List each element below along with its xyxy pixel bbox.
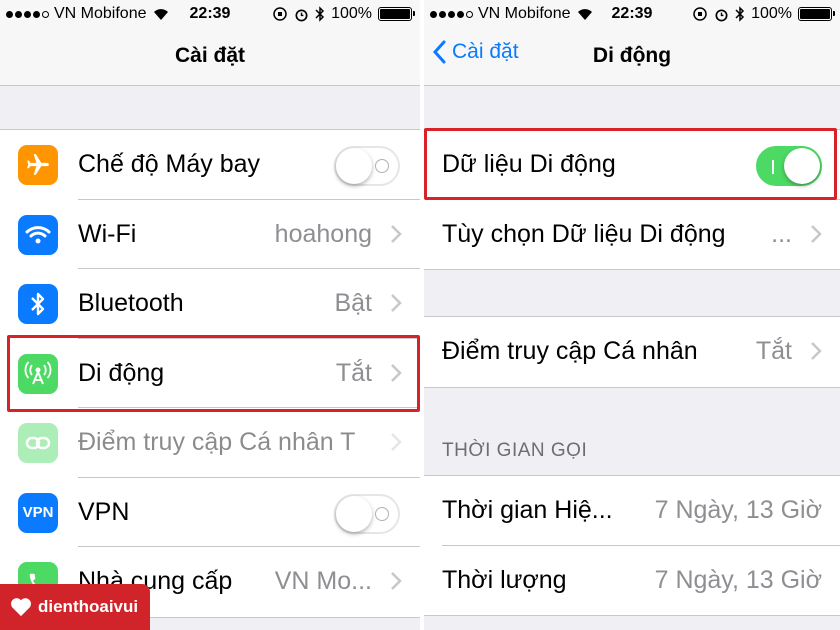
battery-percent: 100%	[331, 5, 372, 22]
options-value: ...	[771, 219, 792, 248]
settings-panel: VN Mobifone 22:39 100% Cài đặt Chế độ Má…	[0, 0, 420, 630]
row-label: VPN	[78, 497, 130, 526]
row-label: Tùy chọn Dữ liệu Di động	[442, 219, 726, 248]
current-period-value: 7 Ngày, 13 Giờ	[654, 496, 822, 525]
row-bluetooth[interactable]: Bluetooth Bật	[0, 269, 420, 339]
row-wifi[interactable]: Wi-Fi hoahong	[0, 200, 420, 269]
heart-icon	[11, 598, 31, 617]
row-current-period: Thời gian Hiệ... 7 Ngày, 13 Giờ	[424, 476, 840, 546]
battery-icon	[378, 7, 415, 21]
battery-percent: 100%	[751, 5, 792, 22]
section-header-call-time: THỜI GIAN GỌI	[442, 440, 588, 461]
row-personal-hotspot: Điểm truy cập Cá nhân T	[0, 408, 420, 478]
bluetooth-status-icon	[315, 6, 325, 22]
chevron-right-icon	[391, 572, 402, 590]
chevron-right-icon	[391, 433, 402, 451]
chevron-right-icon	[391, 294, 402, 312]
nav-bar: Cài đặt Di động	[424, 28, 840, 86]
bluetooth-status: Bật	[334, 289, 372, 318]
nav-bar: Cài đặt	[0, 28, 420, 86]
brand-logo-text: dienthoaivui	[38, 597, 139, 616]
wifi-icon	[18, 214, 58, 255]
carrier-value: VN Mo...	[274, 567, 372, 596]
chevron-right-icon	[811, 342, 822, 360]
row-airplane-mode[interactable]: Chế độ Máy bay	[0, 130, 420, 200]
page-title: Cài đặt	[174, 44, 245, 67]
chevron-right-icon	[391, 224, 402, 243]
lifetime-value: 7 Ngày, 13 Giờ	[654, 565, 822, 594]
vpn-icon: VPN	[18, 492, 58, 533]
rotation-lock-icon	[693, 7, 707, 21]
alarm-icon	[715, 8, 728, 21]
row-label: Điểm truy cập Cá nhân T	[78, 428, 356, 457]
highlight-box	[7, 335, 420, 412]
row-lifetime: Thời lượng 7 Ngày, 13 Giờ	[424, 546, 840, 616]
row-label: Điểm truy cập Cá nhân	[442, 337, 698, 366]
row-label: Thời lượng	[442, 565, 567, 594]
highlight-box	[424, 128, 837, 200]
row-cellular-data-options[interactable]: Tùy chọn Dữ liệu Di động ...	[424, 200, 840, 270]
status-bar: VN Mobifone 22:39 100%	[424, 0, 840, 28]
brand-logo: dienthoaivui	[0, 584, 150, 630]
hotspot-icon	[18, 423, 58, 463]
bluetooth-status-icon	[735, 6, 745, 22]
screen: VN Mobifone 22:39 100% Cài đặt Chế độ Má…	[0, 0, 840, 630]
rotation-lock-icon	[273, 7, 287, 21]
call-time-group: Thời gian Hiệ... 7 Ngày, 13 Giờ Thời lượ…	[424, 475, 840, 616]
cellular-panel: VN Mobifone 22:39 100% Cài đặt Di động D…	[424, 0, 840, 630]
hotspot-group: Điểm truy cập Cá nhân Tắt	[424, 316, 840, 388]
row-personal-hotspot[interactable]: Điểm truy cập Cá nhân Tắt	[424, 317, 840, 387]
hotspot-status: Tắt	[755, 337, 792, 366]
row-label: Chế độ Máy bay	[78, 150, 261, 179]
row-label: Wi-Fi	[78, 219, 137, 248]
airplane-mode-toggle[interactable]	[334, 146, 400, 186]
chevron-right-icon	[811, 224, 822, 243]
bluetooth-icon	[18, 284, 58, 324]
vpn-toggle[interactable]	[334, 493, 400, 534]
wifi-network-name: hoahong	[274, 219, 372, 248]
row-vpn[interactable]: VPN VPN	[0, 478, 420, 547]
airplane-icon	[18, 145, 58, 185]
page-title: Di động	[592, 44, 672, 67]
row-label: Thời gian Hiệ...	[442, 496, 613, 525]
status-bar: VN Mobifone 22:39 100%	[0, 0, 420, 28]
row-label: Bluetooth	[78, 289, 184, 318]
battery-icon	[798, 7, 835, 21]
alarm-icon	[295, 8, 308, 21]
